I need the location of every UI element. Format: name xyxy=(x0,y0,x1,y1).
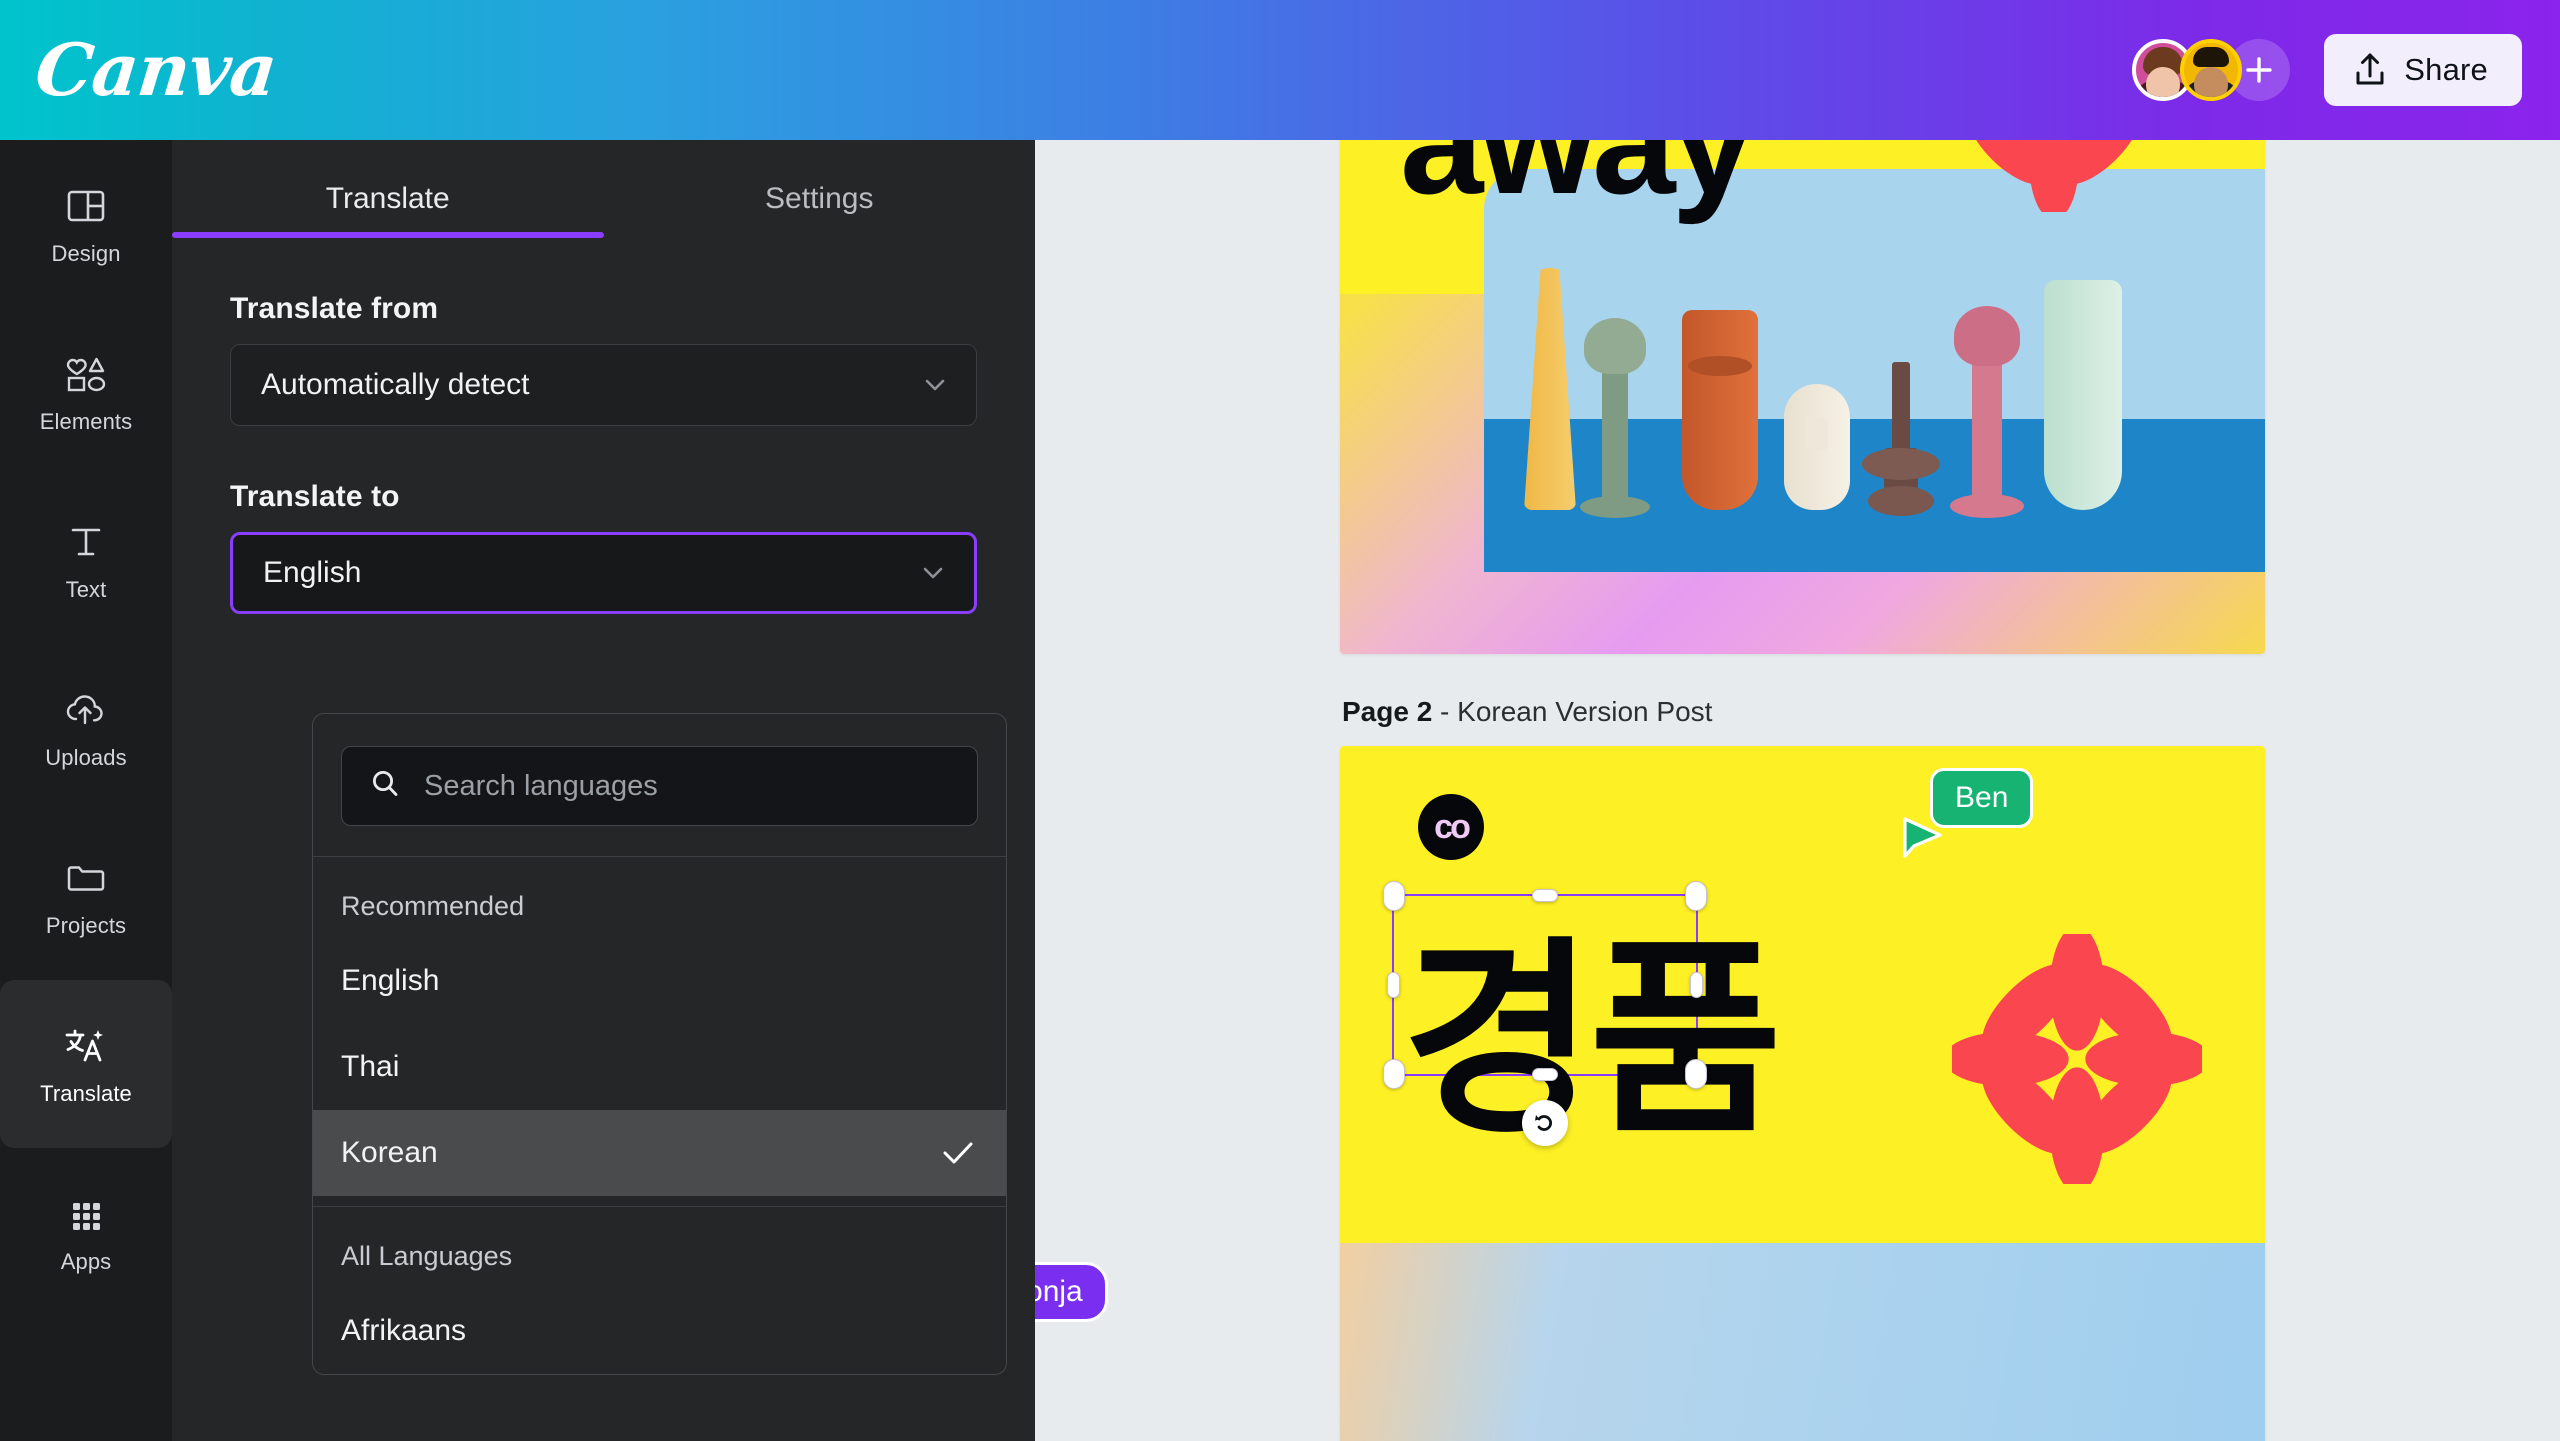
resize-handle-top[interactable] xyxy=(1532,889,1558,902)
language-label: Thai xyxy=(341,1050,400,1083)
sidebar-item-design[interactable]: Design xyxy=(0,140,172,308)
check-icon xyxy=(938,1133,978,1173)
translate-from-value: Automatically detect xyxy=(261,368,530,401)
page-thumbnail[interactable]: give away xyxy=(1340,140,2265,654)
rotate-handle[interactable] xyxy=(1522,1100,1568,1146)
page-1-wrap: give away xyxy=(1340,140,2265,654)
page-2-wrap: Page 2 - Korean Version Post co 경품 Ben xyxy=(1340,696,2265,1441)
list-item[interactable]: Afrikaans xyxy=(313,1288,1006,1374)
sidebar-item-translate[interactable]: Translate xyxy=(0,980,172,1148)
sidebar-item-text[interactable]: Text xyxy=(0,476,172,644)
cursor-name: Ben xyxy=(1955,781,2009,814)
resize-handle-bottom[interactable] xyxy=(1532,1068,1558,1081)
avatar-face xyxy=(2146,67,2181,97)
resize-handle-bottom-right[interactable] xyxy=(1685,1059,1707,1089)
sidebar-item-projects[interactable]: Projects xyxy=(0,812,172,980)
list-item[interactable]: English xyxy=(313,938,1006,1024)
panel-tabs: Translate Settings xyxy=(172,158,1035,238)
layout-grid-icon xyxy=(63,183,109,229)
collaborator-avatars xyxy=(2132,39,2291,101)
page2-photo-area xyxy=(1340,1242,2265,1441)
flower-shape-icon[interactable] xyxy=(1943,925,2211,1193)
sidebar-item-label: Translate xyxy=(40,1081,132,1106)
language-label: English xyxy=(341,964,440,997)
language-search-wrap xyxy=(313,714,1006,856)
page2-headline: 경품 xyxy=(1402,918,1782,1163)
sidebar-item-label: Elements xyxy=(39,409,133,434)
avatar-face xyxy=(2194,67,2229,97)
cursor-name-badge: Sonja xyxy=(1035,1262,1108,1322)
sidebar-item-label: Projects xyxy=(45,913,127,938)
translate-panel: Translate Settings Translate from Automa… xyxy=(172,140,1035,1441)
translate-to-label: Translate to xyxy=(230,480,400,513)
app-header: Canva Share xyxy=(0,0,2560,140)
cursor-pointer-icon xyxy=(1903,817,1942,858)
sidebar-item-label: Design xyxy=(51,241,121,266)
tab-label: Settings xyxy=(765,182,874,215)
avatar[interactable] xyxy=(2180,39,2243,101)
language-label: Afrikaans xyxy=(341,1314,467,1347)
language-label: Korean xyxy=(341,1136,438,1169)
plus-icon xyxy=(2246,57,2272,83)
sidebar-item-label: Text xyxy=(65,577,107,602)
grid-dots-icon xyxy=(63,1191,109,1237)
tab-label: Translate xyxy=(325,182,450,215)
tab-settings[interactable]: Settings xyxy=(604,158,1036,238)
sidebar-item-label: Uploads xyxy=(45,745,127,770)
list-item[interactable]: Thai xyxy=(313,1024,1006,1110)
list-item[interactable]: Korean xyxy=(313,1110,1006,1196)
flower-shape-icon xyxy=(1939,140,2169,220)
canva-logo-text: Canva xyxy=(31,27,281,112)
sidebar-item-apps[interactable]: Apps xyxy=(0,1148,172,1316)
share-button[interactable]: Share xyxy=(2324,34,2522,106)
cursor-name: Sonja xyxy=(1035,1275,1083,1308)
translate-to-value: English xyxy=(263,556,362,589)
chevron-down-icon xyxy=(916,556,950,590)
translate-icon xyxy=(63,1023,109,1069)
sidebar-item-elements[interactable]: Elements xyxy=(0,308,172,476)
cloud-upload-icon xyxy=(63,687,109,733)
canva-logo[interactable]: Canva xyxy=(32,27,281,112)
sidebar-item-label: Apps xyxy=(60,1249,112,1274)
resize-handle-top-left[interactable] xyxy=(1383,881,1405,911)
avatar-hair xyxy=(2193,47,2230,67)
chevron-down-icon xyxy=(918,368,952,402)
language-list: Recommended English Thai Korean All Lang… xyxy=(313,857,1006,1374)
translate-from-label: Translate from xyxy=(230,292,439,325)
search-input[interactable] xyxy=(424,769,951,803)
page-caption-title: - Korean Version Post xyxy=(1432,696,1713,727)
selected-text-element[interactable]: 경품 xyxy=(1383,881,1782,1146)
shapes-icon xyxy=(63,351,109,397)
page1-photo xyxy=(1484,169,2265,572)
translate-to-select[interactable]: English xyxy=(230,532,977,614)
section-header-recommended: Recommended xyxy=(341,891,525,921)
resize-handle-left[interactable] xyxy=(1387,972,1400,998)
brand-logo: co xyxy=(1418,794,1484,860)
search-languages-field[interactable] xyxy=(341,746,978,826)
tab-translate[interactable]: Translate xyxy=(172,158,604,238)
upload-icon xyxy=(2356,53,2384,85)
section-header-all-languages: All Languages xyxy=(341,1241,513,1271)
page-caption: Page 2 - Korean Version Post xyxy=(1342,696,2265,728)
sidebar-item-uploads[interactable]: Uploads xyxy=(0,644,172,812)
header-actions: Share xyxy=(2132,34,2560,106)
page1-headline-line2: away xyxy=(1400,140,1755,225)
search-icon xyxy=(368,767,402,806)
design-canvas[interactable]: give away Page 2 - Korean Version Post c… xyxy=(1035,140,2560,1441)
resize-handle-top-right[interactable] xyxy=(1685,881,1707,911)
share-button-label: Share xyxy=(2404,52,2488,87)
folder-icon xyxy=(63,855,109,901)
translate-from-select[interactable]: Automatically detect xyxy=(230,344,977,426)
resize-handle-right[interactable] xyxy=(1690,972,1703,998)
text-t-icon xyxy=(63,519,109,565)
rotate-icon xyxy=(1535,1115,1553,1131)
canva-editor: Canva Share Design Elements Text Uploads… xyxy=(0,0,2560,1441)
left-rail: Design Elements Text Uploads Projects Tr… xyxy=(0,140,172,1441)
language-dropdown: Recommended English Thai Korean xyxy=(312,713,1007,1375)
brand-logo-text: co xyxy=(1434,808,1471,846)
resize-handle-bottom-left[interactable] xyxy=(1383,1059,1405,1089)
page-caption-number: Page 2 xyxy=(1342,696,1433,727)
page-thumbnail[interactable]: co 경품 Ben xyxy=(1340,746,2265,1441)
